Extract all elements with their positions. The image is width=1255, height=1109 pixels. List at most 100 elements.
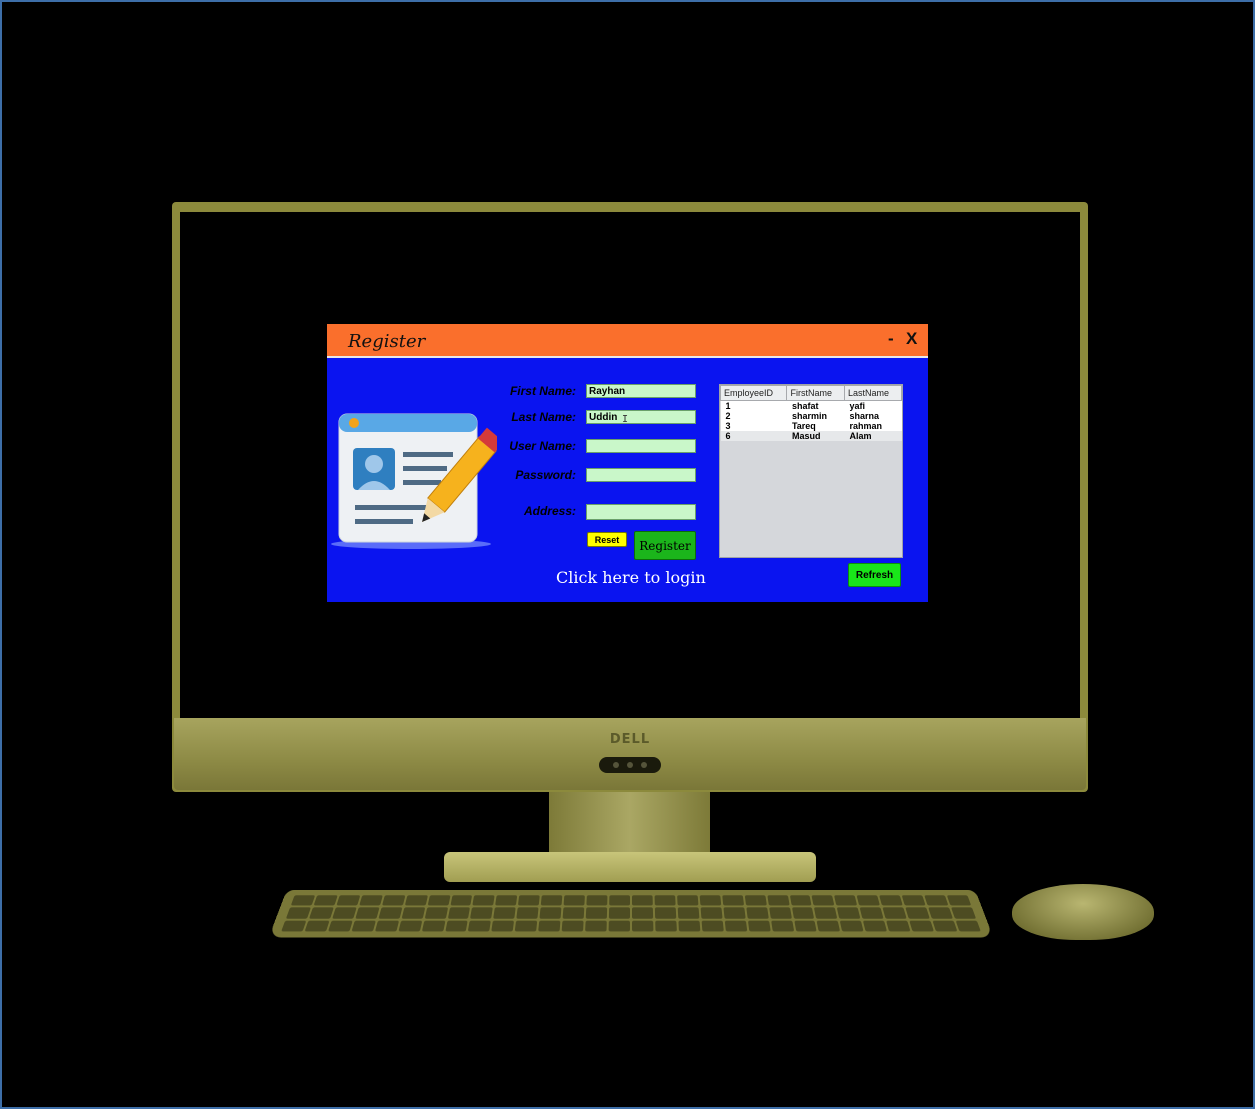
keyboard-key [355, 908, 379, 919]
cell-last-name: yafi [845, 401, 902, 412]
keyboard-key [609, 920, 630, 931]
keyboard-key [586, 895, 607, 905]
keyboard-key [951, 908, 976, 919]
cell-last-name: Alam [845, 431, 902, 441]
keyboard-key [468, 920, 491, 931]
cell-last-name: rahman [845, 421, 902, 431]
last-name-label: Last Name: [466, 410, 576, 424]
keyboard-key [883, 908, 907, 919]
keyboard-key [701, 920, 723, 931]
keyboard-key [744, 895, 766, 905]
first-name-input[interactable] [586, 384, 696, 398]
keyboard-key [700, 908, 722, 919]
keyboard-key [494, 908, 516, 919]
column-header-last-name[interactable]: LastName [845, 386, 902, 401]
keyboard-key [678, 920, 700, 931]
monitor-stand-neck [549, 792, 710, 854]
keyboard-key [336, 895, 360, 905]
keyboard-key [767, 895, 789, 905]
keyboard-key [857, 895, 880, 905]
keyboard-key [538, 920, 560, 931]
keyboard-key [313, 895, 337, 905]
keyboard-key [585, 920, 607, 931]
keyboard-key [677, 895, 698, 905]
keyboard-key [563, 908, 585, 919]
cell-employee-id: 1 [721, 401, 787, 412]
keyboard-key [632, 920, 653, 931]
user-name-input[interactable] [586, 439, 696, 453]
keyboard-key [886, 920, 910, 931]
keyboard-key [928, 908, 953, 919]
keyboard-key [902, 895, 926, 905]
column-header-employee-id[interactable]: EmployeeID [721, 386, 787, 401]
keyboard-key [351, 920, 375, 931]
cell-employee-id: 6 [721, 431, 787, 441]
keyboard-key [404, 895, 427, 905]
table-row[interactable]: 3 Tareq rahman [721, 421, 902, 431]
keyboard-key [789, 895, 812, 905]
keyboard-key [947, 895, 971, 905]
table-row[interactable]: 1 shafat yafi [721, 401, 902, 412]
keyboard-key [540, 908, 562, 919]
keyboard-key [792, 908, 815, 919]
mouse [1012, 884, 1154, 940]
user-name-label: User Name: [466, 439, 576, 453]
keyboard-key [518, 895, 540, 905]
keyboard-key [359, 895, 383, 905]
brand-logo: DELL [600, 732, 660, 747]
keyboard-key [564, 895, 585, 905]
keyboard-key [840, 920, 864, 931]
column-header-first-name[interactable]: FirstName [787, 386, 845, 401]
address-input[interactable] [586, 504, 696, 520]
keyboard-key [421, 920, 445, 931]
keyboard-key [906, 908, 930, 919]
keyboard-key [794, 920, 817, 931]
keyboard-key [834, 895, 857, 905]
last-name-input[interactable] [586, 410, 696, 424]
keyboard-key [817, 920, 841, 931]
keyboard-key [427, 895, 450, 905]
cell-last-name: sharna [845, 411, 902, 421]
register-button[interactable]: Register [634, 531, 696, 560]
keyboard-key [492, 920, 515, 931]
keyboard-key [286, 908, 311, 919]
table-row[interactable]: 6 Masud Alam [721, 431, 902, 441]
keyboard-key [541, 895, 563, 905]
login-link[interactable]: Click here to login [556, 568, 706, 587]
employee-table-panel[interactable]: EmployeeID FirstName LastName 1 shafat y… [719, 384, 903, 558]
password-input[interactable] [586, 468, 696, 482]
refresh-button[interactable]: Refresh [848, 563, 901, 587]
keyboard-key [814, 908, 837, 919]
keyboard-key [398, 920, 422, 931]
keyboard-key [375, 920, 399, 931]
keyboard-key [305, 920, 330, 931]
employee-table: EmployeeID FirstName LastName 1 shafat y… [720, 385, 902, 441]
keyboard-key [909, 920, 934, 931]
keyboard-key [424, 908, 447, 919]
minimize-button[interactable]: - [888, 329, 894, 349]
keyboard [269, 890, 994, 938]
keyboard-key [722, 895, 744, 905]
title-bar: Register - X [327, 324, 928, 358]
keyboard-key [879, 895, 903, 905]
keyboard-key [837, 908, 860, 919]
keyboard-key [609, 908, 630, 919]
keyboard-key [746, 908, 768, 919]
cell-first-name: sharmin [787, 411, 845, 421]
keyboard-key [860, 908, 884, 919]
table-row[interactable]: 2 sharmin sharna [721, 411, 902, 421]
keyboard-key [771, 920, 794, 931]
keyboard-key [401, 908, 424, 919]
keyboard-key [609, 895, 630, 905]
keyboard-key [812, 895, 835, 905]
keyboard-key [309, 908, 334, 919]
keyboard-key [473, 895, 495, 905]
reset-button[interactable]: Reset [587, 532, 627, 547]
keyboard-key [517, 908, 539, 919]
keyboard-key [447, 908, 470, 919]
keyboard-key [933, 920, 958, 931]
close-button[interactable]: X [906, 329, 917, 349]
address-label: Address: [466, 504, 576, 518]
keyboard-key [471, 908, 494, 919]
keyboard-key [378, 908, 402, 919]
